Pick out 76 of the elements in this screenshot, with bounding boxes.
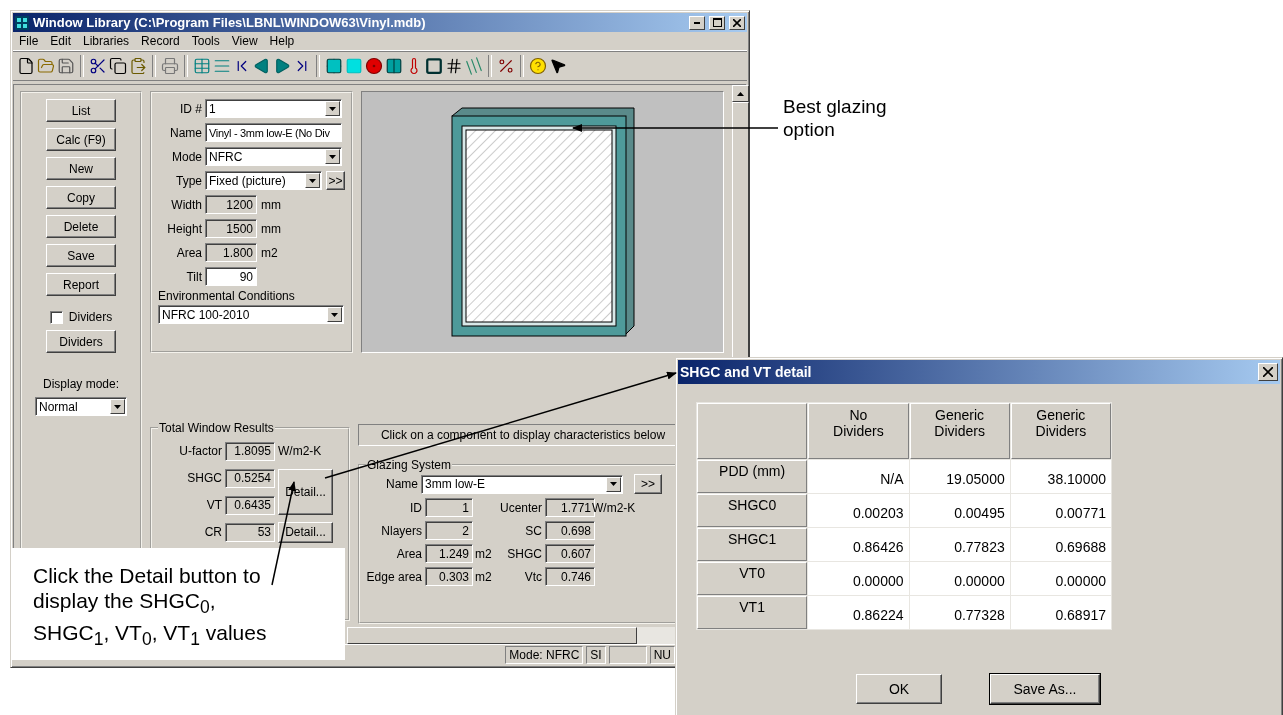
- value-field: 1.249: [425, 544, 473, 563]
- annotation-text: Click the Detail button to display the SHGC$_{0}$, SHGC$_{1}$, VT$_{0}$, VT$_{1}$ values: [33, 563, 268, 652]
- table-cell: N/A: [808, 460, 909, 493]
- table-cell: 0.00000: [1010, 562, 1111, 595]
- field-label: VT: [205, 498, 222, 512]
- value-field: 1200: [205, 195, 257, 214]
- unit-label: m2: [261, 245, 278, 260]
- status-pane: SI: [586, 646, 606, 664]
- value-field: 53: [225, 522, 275, 542]
- row-header: SHGC1: [697, 528, 808, 561]
- table-cell: 0.86426: [808, 528, 909, 561]
- table-cell: 0.77823: [909, 528, 1010, 561]
- table-cell: 0.00000: [909, 562, 1010, 595]
- dialog-title: SHGC and VT detail: [680, 364, 813, 380]
- value-field: 0.303: [425, 567, 473, 586]
- field-label: Vtc: [523, 569, 542, 584]
- value-field: 0.698: [545, 521, 595, 540]
- field-label: U-factor: [178, 444, 222, 458]
- column-header: Generic Dividers: [909, 403, 1010, 459]
- field-label: Area: [395, 546, 422, 561]
- field-label: Type: [175, 173, 202, 188]
- table-cell: 0.00771: [1010, 494, 1111, 527]
- column-header: Generic Dividers: [1010, 403, 1111, 459]
- field-label: Name: [386, 477, 418, 491]
- unit-label: m2: [475, 546, 493, 561]
- value-field: 1.8095: [225, 441, 275, 461]
- table-cell: 38.10000: [1010, 460, 1111, 493]
- unit-label: m2: [475, 569, 493, 584]
- field-label: Area: [175, 245, 202, 260]
- unit-label: mm: [261, 221, 281, 236]
- annotation-text: Best glazing option: [783, 95, 888, 141]
- field-label: Environmental Conditions: [158, 289, 296, 303]
- table-cell: 0.77328: [909, 596, 1010, 629]
- field-label: CR: [203, 525, 222, 539]
- unit-label: mm: [261, 197, 281, 212]
- value-field: 1.800: [205, 243, 257, 262]
- status-pane: NU: [649, 646, 675, 664]
- table-cell: 0.68917: [1010, 596, 1111, 629]
- field-label: Edge area: [366, 569, 422, 584]
- field-label: Height: [166, 221, 202, 236]
- group-title: Glazing System: [366, 458, 453, 472]
- field-label: ID: [409, 500, 422, 515]
- unit-label: W/m2-K: [278, 444, 323, 458]
- field-label: SC: [524, 523, 542, 538]
- table-cell: 0.86224: [808, 596, 909, 629]
- table-cell: 0.00495: [909, 494, 1010, 527]
- field-label: Width: [170, 197, 202, 212]
- group-title: Total Window Results: [158, 421, 275, 435]
- table-cell: 19.05000: [909, 460, 1010, 493]
- table-cell: 0.00000: [808, 562, 909, 595]
- value-field: 2: [425, 521, 473, 540]
- value-field: 0.6435: [225, 495, 275, 515]
- field-label: Ucenter: [500, 500, 542, 515]
- value-field: 0.607: [545, 544, 595, 563]
- field-label: Name: [169, 125, 202, 140]
- window-title: Window Library (C:\Program Files\LBNL\WINDOW63\Vinyl.mdb): [33, 15, 427, 30]
- row-header: VT0: [697, 562, 808, 595]
- field-label: SHGC: [506, 546, 542, 561]
- row-header: PDD (mm): [697, 460, 808, 493]
- value-field: 1500: [205, 219, 257, 238]
- field-label: Tilt: [185, 269, 202, 284]
- value-field: 0.746: [545, 567, 595, 586]
- field-label: Nlayers: [380, 523, 422, 538]
- table-cell: 0.00203: [808, 494, 909, 527]
- checkbox-label: Dividers: [68, 310, 113, 324]
- status-pane: Mode: NFRC: [505, 646, 584, 664]
- display-mode-label: Display mode:: [43, 377, 119, 391]
- table-cell: 0.69688: [1010, 528, 1111, 561]
- value-field: 1: [425, 498, 473, 517]
- field-label: Mode: [170, 149, 202, 164]
- field-label: ID #: [179, 101, 202, 116]
- row-header: VT1: [697, 596, 808, 629]
- value-field: 0.5254: [225, 468, 275, 488]
- column-header: No Dividers: [808, 403, 909, 459]
- field-label: SHGC: [186, 471, 222, 485]
- row-header: SHGC0: [697, 494, 808, 527]
